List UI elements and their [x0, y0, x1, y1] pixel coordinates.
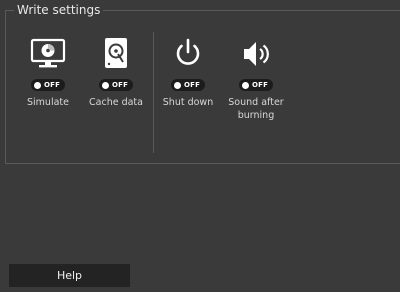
- toggle-state: OFF: [43, 81, 61, 89]
- write-settings-panel: Write settings OFF Simulate OFF Cache da…: [0, 0, 400, 292]
- cache-data-label: Cache data: [89, 96, 143, 108]
- shut-down-toggle[interactable]: OFF: [170, 79, 206, 91]
- cache-data-toggle[interactable]: OFF: [98, 79, 134, 91]
- shut-down-label: Shut down: [162, 96, 214, 108]
- speaker-icon: [236, 37, 276, 71]
- option-shut-down: OFF Shut down: [152, 37, 224, 109]
- option-cache-data: OFF Cache data: [80, 37, 152, 109]
- option-sound-after-burning: OFF Sound after burning: [220, 37, 292, 122]
- toggle-knob: [101, 81, 109, 89]
- simulate-label: Simulate: [27, 96, 69, 108]
- sound-after-burning-label: Sound after burning: [228, 96, 284, 121]
- toggle-knob: [173, 81, 181, 89]
- group-title: Write settings: [14, 2, 104, 18]
- simulate-toggle[interactable]: OFF: [30, 79, 66, 91]
- toggle-knob: [241, 81, 249, 89]
- power-icon: [168, 37, 208, 71]
- option-simulate: OFF Simulate: [12, 37, 84, 109]
- help-button[interactable]: Help: [9, 264, 130, 287]
- hard-drive-icon: [96, 37, 136, 71]
- toggle-state: OFF: [111, 81, 129, 89]
- toggle-state: OFF: [183, 81, 201, 89]
- write-settings-group: Write settings OFF Simulate OFF Cache da…: [5, 2, 400, 164]
- toggle-knob: [33, 81, 41, 89]
- sound-after-burning-toggle[interactable]: OFF: [238, 79, 274, 91]
- monitor-disc-icon: [28, 37, 68, 71]
- toggle-state: OFF: [251, 81, 269, 89]
